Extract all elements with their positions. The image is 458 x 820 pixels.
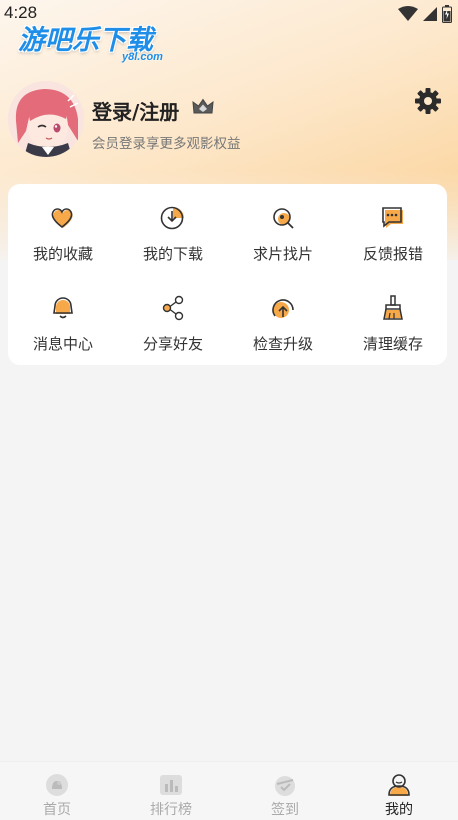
status-icons [398, 5, 452, 23]
tab-label: 我的 [385, 802, 413, 818]
home-icon [46, 774, 68, 796]
tab-checkin[interactable]: 签到 [228, 762, 342, 820]
menu-label: 反馈报错 [362, 245, 423, 263]
menu-label: 消息中心 [32, 335, 93, 353]
broom-icon [383, 295, 403, 320]
avatar-image [8, 81, 84, 157]
menu-label: 分享好友 [142, 335, 203, 353]
checkin-icon [275, 776, 295, 796]
tab-label: 首页 [43, 802, 71, 818]
bottom-tab-bar: 首页 排行榜 签到 我的 [0, 761, 458, 820]
search-movie-icon [273, 208, 294, 229]
menu-item-favorites[interactable]: 我的收藏 [8, 204, 118, 274]
tab-ranking[interactable]: 排行榜 [114, 762, 228, 820]
profile-header: 登录/注册 会员登录享更多观影权益 [8, 81, 448, 161]
settings-gear-icon[interactable] [414, 87, 442, 115]
menu-label: 检查升级 [252, 335, 313, 353]
menu-label: 我的下载 [142, 245, 203, 263]
tab-label: 排行榜 [150, 802, 192, 818]
menu-item-clear-cache[interactable]: 清理缓存 [338, 294, 448, 364]
menu-item-share[interactable]: 分享好友 [118, 294, 228, 364]
bell-icon [53, 297, 73, 319]
menu-label: 我的收藏 [32, 245, 93, 263]
menu-item-downloads[interactable]: 我的下载 [118, 204, 228, 274]
tab-mine[interactable]: 我的 [342, 762, 456, 820]
login-register-link[interactable]: 登录/注册 [92, 96, 179, 125]
login-subtitle: 会员登录享更多观影权益 [92, 136, 241, 152]
menu-label: 清理缓存 [362, 335, 423, 353]
share-icon [162, 295, 184, 321]
feedback-icon [382, 207, 403, 228]
ranking-icon [160, 775, 182, 795]
menu-item-messages[interactable]: 消息中心 [8, 294, 118, 364]
heart-icon [51, 208, 73, 229]
profile-icon [388, 774, 410, 796]
avatar[interactable] [8, 81, 84, 157]
battery-icon [442, 5, 452, 23]
wifi-icon [398, 6, 418, 21]
menu-label: 求片找片 [252, 245, 313, 263]
menu-item-feedback[interactable]: 反馈报错 [338, 204, 448, 274]
menu-item-check-update[interactable]: 检查升级 [228, 294, 338, 364]
watermark-logo: 游吧乐下载 y8l.com [18, 18, 188, 70]
signal-icon [423, 7, 437, 21]
upgrade-icon [272, 299, 294, 318]
crown-icon [192, 98, 214, 114]
tab-label: 签到 [271, 802, 299, 818]
download-icon [160, 206, 184, 230]
tab-home[interactable]: 首页 [0, 762, 114, 820]
menu-item-request-movie[interactable]: 求片找片 [228, 204, 338, 274]
watermark-subtitle: y8l.com [122, 51, 163, 63]
menu-card: 我的收藏 我的下载 求片找片 反馈报错 消息中心 分享好友 检查升级 清理缓存 [8, 184, 447, 365]
